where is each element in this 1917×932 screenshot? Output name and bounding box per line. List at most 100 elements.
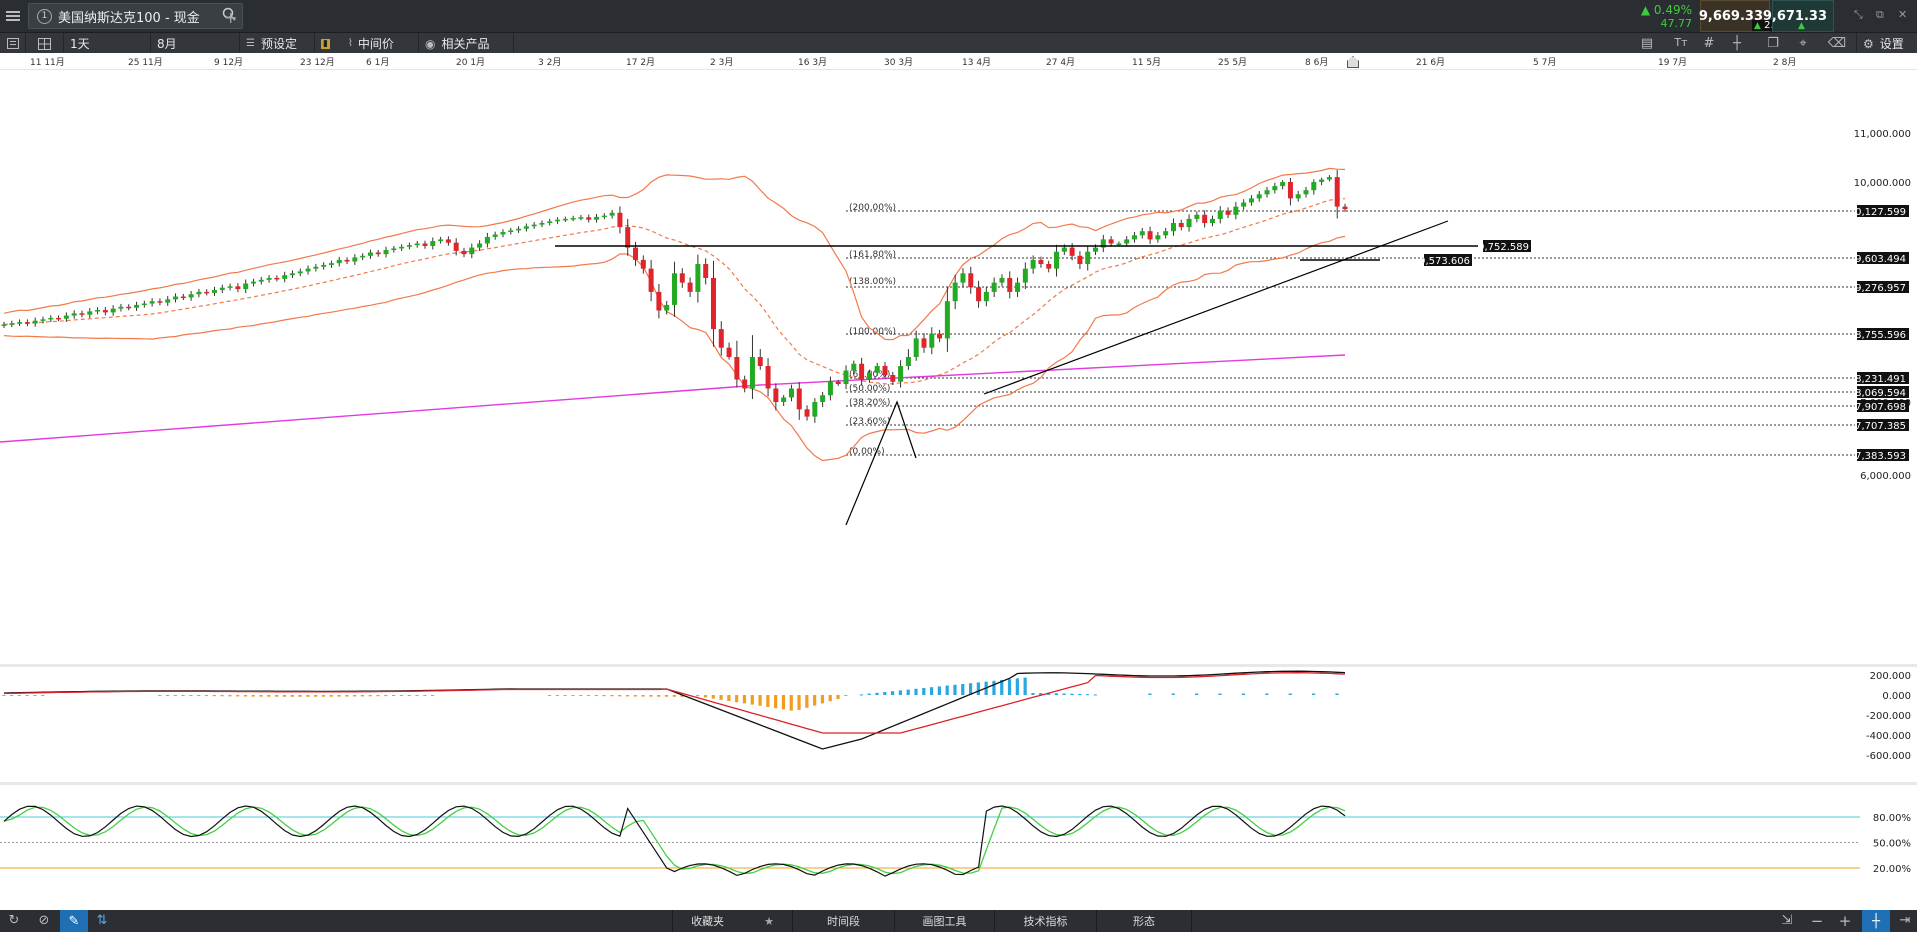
candle-body xyxy=(484,236,490,244)
candle-body xyxy=(1280,182,1286,187)
settings-button[interactable]: ⚙ 设置 xyxy=(1856,33,1917,54)
grid-icon[interactable]: # xyxy=(1698,36,1720,51)
candle-body xyxy=(289,273,295,276)
change-pts: 47.77 xyxy=(1660,16,1693,30)
candle xyxy=(321,262,327,270)
macd-bar xyxy=(649,695,653,697)
macd-bar xyxy=(1070,693,1074,695)
candle-body xyxy=(929,333,935,348)
scroll-end-icon[interactable]: ⇥ xyxy=(1894,913,1916,928)
macd-bar xyxy=(844,695,848,696)
close-icon[interactable]: ✕ xyxy=(1898,8,1907,21)
macd-axis-label: 0.000 xyxy=(1882,691,1911,702)
candle xyxy=(48,315,54,323)
candle-body xyxy=(258,279,264,282)
refresh-icon[interactable]: ↻ xyxy=(4,913,24,928)
macd-bar xyxy=(158,695,162,696)
candle xyxy=(134,301,140,311)
pencil-icon[interactable]: ✎ xyxy=(60,910,88,932)
pointer-icon[interactable]: ⌖ xyxy=(1792,36,1814,51)
candle-body xyxy=(266,277,272,280)
candle-body xyxy=(422,243,428,246)
candle-body xyxy=(1248,198,1254,203)
macd-bar xyxy=(181,695,185,696)
macd-bar xyxy=(766,695,770,707)
macd-bar xyxy=(711,695,715,699)
eraser-icon[interactable]: ⌫ xyxy=(1826,36,1848,51)
macd-bar xyxy=(197,695,201,696)
menu-icon[interactable] xyxy=(4,8,22,24)
macd-bar xyxy=(189,695,193,696)
candle-body xyxy=(1225,210,1231,215)
candle-body xyxy=(313,266,319,269)
candle xyxy=(235,283,241,293)
candle xyxy=(375,249,381,257)
candle xyxy=(594,213,600,223)
candle xyxy=(617,206,623,234)
macd-bar xyxy=(891,691,895,695)
drawing-tools-button[interactable]: 画图工具 xyxy=(894,910,994,932)
instrument-tab[interactable]: 1 美国纳斯达克100 - 现金 xyxy=(28,3,243,29)
related-products-button[interactable]: ◉ 相关产品 xyxy=(419,33,514,54)
candle-body xyxy=(141,303,147,306)
crosshair-toggle-icon[interactable]: ┼ xyxy=(1862,910,1890,932)
zoom-out-icon[interactable]: − xyxy=(1806,912,1828,930)
candle xyxy=(1116,241,1122,246)
interval-select[interactable]: 1天 xyxy=(64,33,151,54)
candle xyxy=(1054,244,1060,277)
collapse-icon[interactable]: ⤡ xyxy=(1854,8,1863,22)
price-type-button[interactable]: ▮ ⌇ 中间价 xyxy=(315,33,419,54)
stochastic-panel[interactable]: 80.00% 50.00% 20.00% xyxy=(0,782,1917,910)
expiry-select[interactable]: 8月 xyxy=(151,33,240,54)
candle-body xyxy=(968,273,974,288)
time-marker-icon[interactable] xyxy=(1347,56,1359,68)
candle xyxy=(305,265,311,275)
candle xyxy=(609,209,615,219)
crosshair-icon[interactable]: ┼ xyxy=(1726,36,1748,51)
candle xyxy=(1186,214,1192,232)
drawing-tools-label: 画图工具 xyxy=(922,915,967,928)
candle xyxy=(1202,210,1208,228)
order-book-icon[interactable]: ▤ xyxy=(1636,36,1658,51)
hide-drawings-icon[interactable]: ⊘ xyxy=(34,913,54,928)
timeframe-button[interactable]: 时间段 xyxy=(792,910,894,932)
macd-bar xyxy=(922,688,926,695)
macd-panel[interactable]: 200.000 0.000 -200.000 -400.000 -600.000 xyxy=(0,664,1917,779)
candle-body xyxy=(328,263,334,265)
candle-body xyxy=(32,320,38,324)
macd-axis-label: 200.000 xyxy=(1870,671,1911,682)
macd-bar xyxy=(220,695,224,697)
add-tab-icon[interactable]: + xyxy=(224,8,237,27)
macd-bar xyxy=(898,690,902,695)
macd-bar xyxy=(805,695,809,708)
magnet-icon[interactable]: ⇅ xyxy=(92,913,112,928)
candle-body xyxy=(336,259,342,264)
stoch-axis-label: 20.00% xyxy=(1873,864,1911,875)
favorites-button[interactable]: 收藏夹 ★ xyxy=(672,910,792,932)
detach-icon[interactable]: ⧉ xyxy=(1876,8,1884,22)
price-chart[interactable]: 11,000.00010,000.0007,000.0006,000.00010… xyxy=(0,70,1917,662)
candle xyxy=(328,260,334,268)
candle xyxy=(1139,227,1145,239)
candle-body xyxy=(788,388,794,398)
candle xyxy=(141,300,147,308)
macd-bar xyxy=(1085,694,1090,696)
zoom-in-icon[interactable]: + xyxy=(1834,912,1856,930)
candle xyxy=(188,290,194,301)
panel-icon[interactable] xyxy=(0,33,26,54)
candle-body xyxy=(110,308,116,313)
text-tool-icon[interactable]: Tᴛ xyxy=(1670,36,1692,49)
candle xyxy=(500,229,506,238)
candle-body xyxy=(812,402,818,417)
macd-bar xyxy=(953,684,957,695)
layout-icon[interactable] xyxy=(26,33,64,54)
preset-button[interactable]: ☰ 预设定 xyxy=(240,33,315,54)
macd-bar xyxy=(961,684,965,695)
fit-icon[interactable]: ⇲ xyxy=(1776,913,1798,928)
copy-icon[interactable]: ❐ xyxy=(1762,36,1784,51)
date-tick-label: 8 6月 xyxy=(1305,58,1329,68)
indicators-button[interactable]: 技术指标 xyxy=(994,910,1096,932)
candle xyxy=(578,214,584,221)
patterns-button[interactable]: 形态 xyxy=(1096,910,1192,932)
candle-body xyxy=(656,291,662,311)
